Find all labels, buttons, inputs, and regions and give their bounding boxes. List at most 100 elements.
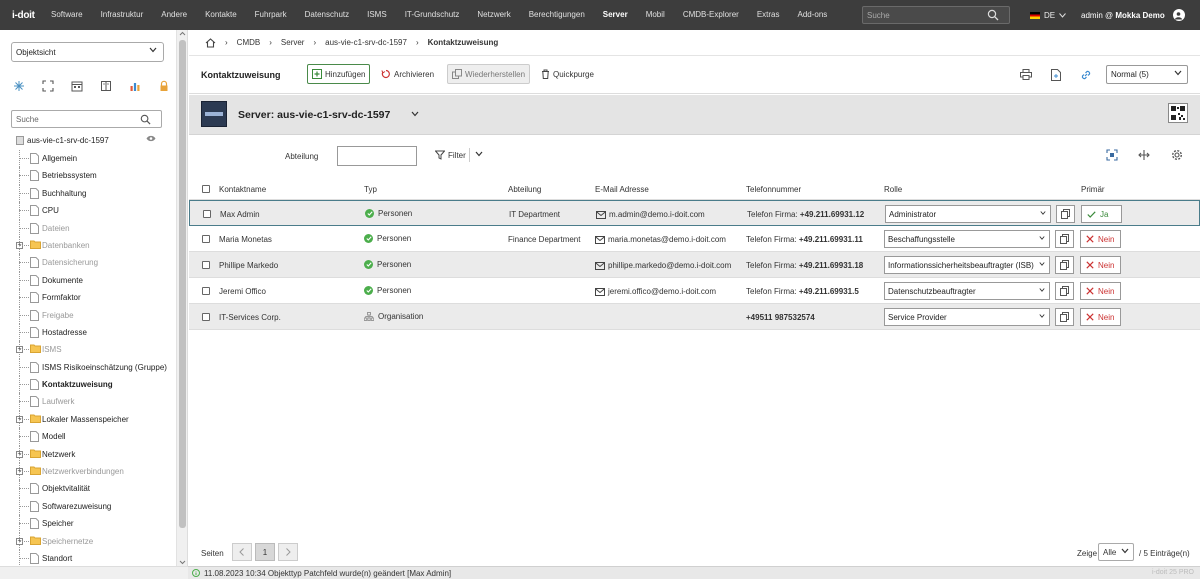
- tree-item[interactable]: Modell: [16, 428, 176, 446]
- tree-item[interactable]: + Speichernetze: [16, 532, 176, 550]
- tree-item[interactable]: Buchhaltung: [16, 184, 176, 203]
- copy-button[interactable]: [1055, 256, 1074, 274]
- tree-item[interactable]: + ISMS: [16, 341, 176, 359]
- table-row[interactable]: Phillipe Markedo Personen phillipe.markedo…: [189, 252, 1200, 278]
- contact-email[interactable]: jeremi.offico@demo.i-doit.com: [595, 287, 716, 296]
- nav-item-software[interactable]: Software: [42, 0, 92, 30]
- column-header-department[interactable]: Abteilung: [508, 185, 541, 194]
- scroll-up-icon[interactable]: [177, 30, 188, 38]
- table-row[interactable]: Maria Monetas Personen Finance Department m…: [189, 226, 1200, 252]
- copy-button[interactable]: [1055, 282, 1074, 300]
- column-header-email[interactable]: E-Mail Adresse: [595, 185, 649, 194]
- contact-email[interactable]: m.admin@demo.i-doit.com: [596, 210, 705, 219]
- copy-button[interactable]: [1056, 205, 1075, 223]
- tree-item[interactable]: Betriebssystem: [16, 167, 176, 185]
- chevron-down-icon[interactable]: [411, 111, 419, 117]
- tree-item[interactable]: Objektvitalität: [16, 480, 176, 498]
- role-select[interactable]: Informationssicherheitsbeauftragter (ISB…: [884, 256, 1050, 274]
- expand-icon[interactable]: [41, 79, 55, 93]
- role-select[interactable]: Administrator: [885, 205, 1051, 223]
- contact-name[interactable]: IT-Services Corp.: [219, 313, 281, 322]
- tree-item[interactable]: Allgemein: [16, 150, 176, 168]
- contact-name[interactable]: Max Admin: [220, 210, 260, 219]
- select-all-checkbox[interactable]: [202, 185, 210, 193]
- primary-toggle[interactable]: Nein: [1080, 308, 1121, 326]
- columns-icon[interactable]: [1138, 149, 1150, 161]
- contact-email[interactable]: phillipe.markedo@demo.i-doit.com: [595, 261, 731, 270]
- sidebar-search-input[interactable]: [12, 114, 140, 124]
- calendar-icon[interactable]: [70, 79, 84, 93]
- search-icon[interactable]: [140, 114, 151, 125]
- nav-item-fuhrpark[interactable]: Fuhrpark: [246, 0, 296, 30]
- lock-icon[interactable]: [157, 79, 171, 93]
- scroll-thumb[interactable]: [179, 40, 186, 528]
- add-button[interactable]: Hinzufügen: [307, 64, 371, 84]
- primary-toggle[interactable]: Nein: [1080, 230, 1121, 248]
- breadcrumb-server[interactable]: Server: [281, 38, 305, 47]
- restore-button[interactable]: Wiederherstellen: [447, 64, 531, 84]
- scroll-down-icon[interactable]: [177, 558, 188, 566]
- role-select[interactable]: Beschaffungsstelle: [884, 230, 1050, 248]
- sidebar-search[interactable]: [11, 110, 162, 128]
- nav-item-extras[interactable]: Extras: [748, 0, 789, 30]
- nav-item-it-grundschutz[interactable]: IT-Grundschutz: [396, 0, 469, 30]
- copy-button[interactable]: [1055, 230, 1074, 248]
- nav-item-server[interactable]: Server: [594, 0, 637, 30]
- print-icon[interactable]: [1020, 69, 1032, 80]
- tree-item[interactable]: + Datenbanken: [16, 236, 176, 255]
- bar-chart-icon[interactable]: [128, 79, 142, 93]
- nav-item-berechtigungen[interactable]: Berechtigungen: [520, 0, 594, 30]
- table-row[interactable]: IT-Services Corp. Organisation +49511 987…: [189, 304, 1200, 330]
- home-icon[interactable]: [205, 37, 216, 48]
- primary-toggle[interactable]: Ja: [1081, 205, 1122, 223]
- tree-item[interactable]: Speicher: [16, 515, 176, 533]
- primary-toggle[interactable]: Nein: [1080, 282, 1121, 300]
- search-icon[interactable]: [987, 9, 999, 21]
- page-size-select[interactable]: Alle: [1098, 543, 1134, 561]
- qr-code-icon[interactable]: [1168, 103, 1188, 123]
- global-search[interactable]: [862, 6, 1010, 24]
- contact-name[interactable]: Phillipe Markedo: [219, 261, 278, 270]
- language-selector[interactable]: DE: [1030, 0, 1067, 30]
- view-mode-select[interactable]: Normal (5): [1106, 65, 1188, 84]
- nav-item-andere[interactable]: Andere: [152, 0, 196, 30]
- view-select[interactable]: Objektsicht: [11, 42, 164, 62]
- tree-item[interactable]: ISMS Risikoeinschätzung (Gruppe): [16, 358, 176, 377]
- quickpurge-button[interactable]: Quickpurge: [537, 64, 598, 84]
- app-logo[interactable]: i-doit: [0, 10, 42, 21]
- breadcrumb-cmdb[interactable]: CMDB: [237, 38, 261, 47]
- nav-item-datenschutz[interactable]: Datenschutz: [296, 0, 358, 30]
- column-header-role[interactable]: Rolle: [884, 185, 902, 194]
- previous-page-button[interactable]: [232, 543, 252, 561]
- tree-item[interactable]: Standort: [16, 549, 176, 568]
- nav-item-infrastruktur[interactable]: Infrastruktur: [92, 0, 153, 30]
- nav-item-isms[interactable]: ISMS: [358, 0, 396, 30]
- primary-toggle[interactable]: Nein: [1080, 256, 1121, 274]
- nav-item-add-ons[interactable]: Add-ons: [789, 0, 837, 30]
- gear-icon[interactable]: [1171, 149, 1183, 161]
- row-checkbox[interactable]: [203, 210, 211, 218]
- tree-item[interactable]: Formfaktor: [16, 289, 176, 307]
- tree-item[interactable]: Datensicherung: [16, 254, 176, 272]
- user-avatar-icon[interactable]: [1172, 9, 1185, 21]
- tree-item[interactable]: CPU: [16, 202, 176, 220]
- tree-item[interactable]: Kontaktzuweisung: [16, 376, 176, 394]
- sidebar-scrollbar[interactable]: [176, 30, 187, 566]
- row-checkbox[interactable]: [202, 235, 210, 243]
- book-icon[interactable]: [99, 79, 113, 93]
- contact-name[interactable]: Jeremi Offico: [219, 287, 266, 296]
- table-row[interactable]: Jeremi Offico Personen jeremi.offico@demo.…: [189, 278, 1200, 304]
- contact-email[interactable]: maria.monetas@demo.i-doit.com: [595, 235, 726, 244]
- nav-item-cmdb-explorer[interactable]: CMDB-Explorer: [674, 0, 748, 30]
- tree-item[interactable]: Freigabe: [16, 306, 176, 324]
- column-header-phone[interactable]: Telefonnummer: [746, 185, 801, 194]
- tree-item[interactable]: Dokumente: [16, 271, 176, 290]
- nav-item-mobil[interactable]: Mobil: [637, 0, 674, 30]
- global-search-input[interactable]: [863, 10, 987, 20]
- chevron-down-icon[interactable]: [475, 151, 483, 157]
- row-checkbox[interactable]: [202, 287, 210, 295]
- next-page-button[interactable]: [278, 543, 298, 561]
- fullscreen-icon[interactable]: [1106, 149, 1118, 161]
- tree-item[interactable]: Softwarezuweisung: [16, 497, 176, 516]
- table-row[interactable]: Max Admin Personen IT Department m.admin@de…: [189, 200, 1200, 226]
